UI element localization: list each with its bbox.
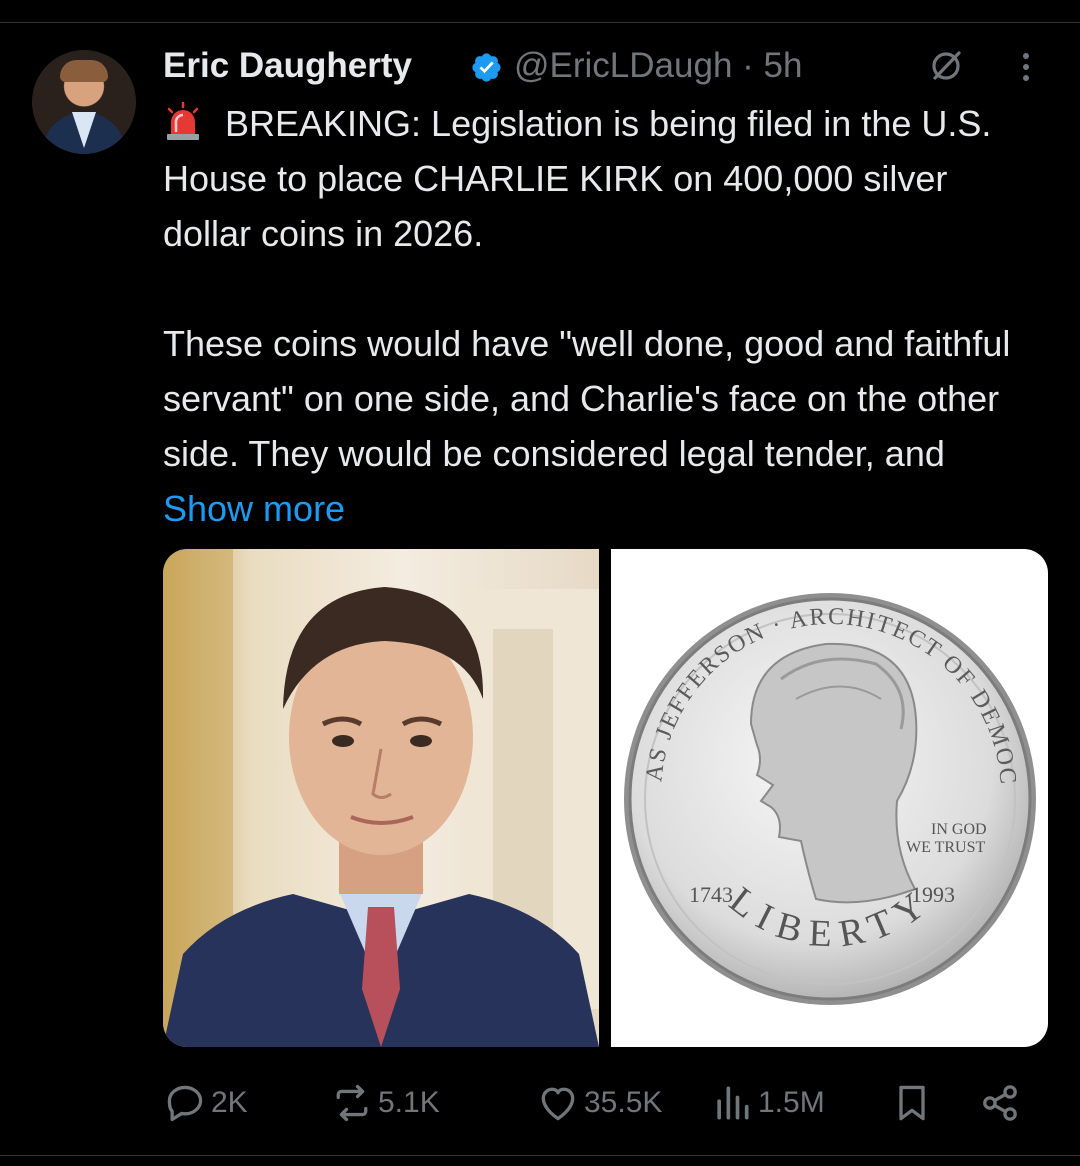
like-count: 35.5K	[584, 1086, 663, 1119]
views-button[interactable]: 1.5M	[710, 1075, 825, 1131]
tweet-text: BREAKING: Legislation is being filed in …	[163, 96, 1043, 536]
show-more-link[interactable]: Show more	[163, 488, 345, 529]
heart-icon	[541, 1087, 575, 1121]
share-icon	[983, 1085, 1017, 1121]
handle-and-time[interactable]: @EricLDaugh · 5h	[514, 44, 802, 88]
reply-icon	[167, 1085, 203, 1122]
repost-count: 5.1K	[378, 1086, 440, 1119]
share-button[interactable]	[978, 1075, 1022, 1131]
coin-year-left: 1743	[689, 882, 733, 907]
avatar[interactable]	[32, 50, 136, 154]
coin-motto-line-2: WE TRUST	[906, 839, 985, 856]
repost-icon	[336, 1084, 368, 1122]
verified-badge-icon	[472, 53, 501, 82]
views-icon	[717, 1086, 749, 1120]
bottom-divider	[0, 1155, 1080, 1156]
coin-motto-line-1: IN GOD	[931, 821, 987, 838]
like-button[interactable]: 35.5K	[536, 1075, 662, 1131]
media-grid: THOMAS JEFFERSON · ARCHITECT OF DEMOCRAC…	[163, 549, 1048, 1047]
tweet-paragraph-1: BREAKING: Legislation is being filed in …	[163, 96, 1043, 261]
grok-icon[interactable]	[928, 48, 964, 84]
more-vertical-icon[interactable]	[1010, 50, 1042, 84]
reply-button[interactable]: 2K	[163, 1075, 248, 1131]
reply-count: 2K	[211, 1086, 248, 1119]
coin-photo[interactable]: THOMAS JEFFERSON · ARCHITECT OF DEMOCRAC…	[611, 549, 1048, 1047]
siren-icon	[167, 102, 199, 140]
bookmark-icon	[899, 1085, 925, 1121]
views-count: 1.5M	[758, 1086, 825, 1119]
top-divider	[0, 22, 1080, 23]
repost-button[interactable]: 5.1K	[330, 1075, 440, 1131]
tweet-text-paragraph-1: BREAKING: Legislation is being filed in …	[163, 103, 992, 254]
tweet-paragraph-2: These coins would have "well done, good …	[163, 316, 1043, 536]
author-name[interactable]: Eric Daugherty	[163, 44, 412, 88]
action-bar: 2K 5.1K 35.5K 1.5M	[163, 1075, 1043, 1131]
bookmark-button[interactable]	[890, 1075, 934, 1131]
tweet-text-paragraph-2: These coins would have "well done, good …	[163, 323, 1011, 474]
tweet-header: Eric Daugherty @EricLDaugh · 5h	[163, 44, 1063, 88]
portrait-photo[interactable]	[163, 549, 599, 1047]
